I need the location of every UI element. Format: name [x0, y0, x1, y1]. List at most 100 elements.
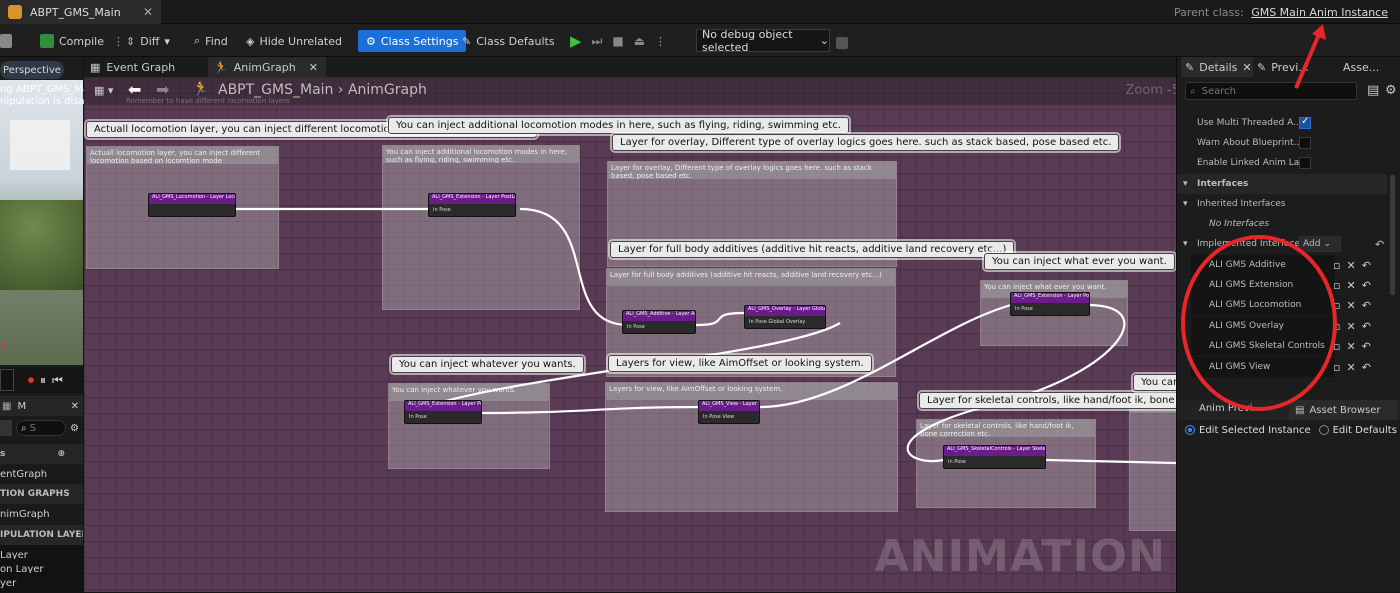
close-icon[interactable]: ✕ — [309, 61, 318, 74]
graph-node[interactable]: ALI_GMS_Overlay - Layer GlobalOverlay In … — [744, 305, 826, 329]
delete-icon[interactable]: ✕ — [1346, 259, 1355, 272]
tab-asset-browser[interactable]: ▤ Asset Browser — [1289, 400, 1397, 420]
find-icon: ⌕ — [194, 34, 201, 47]
more-icon[interactable]: ⋮ — [113, 35, 124, 48]
reset-icon[interactable]: ↶ — [1362, 259, 1371, 272]
save-button[interactable] — [0, 30, 12, 52]
stop-icon[interactable]: ■ — [612, 34, 623, 48]
graph-node[interactable]: ALI_GMS_View - Layer View In Pose View — [698, 400, 760, 424]
checkbox[interactable] — [1299, 157, 1311, 169]
close-icon[interactable]: ✕ — [143, 5, 153, 19]
tab-details[interactable]: ✎ Details ✕ — [1181, 57, 1253, 77]
debug-filter-icon[interactable] — [836, 32, 848, 54]
anim-graph-canvas[interactable]: Actuall locomotion layer, you can inject… — [84, 77, 1176, 592]
diff-button[interactable]: ⇕ Diff ▾ — [126, 30, 170, 52]
hide-unrelated-button[interactable]: ◈ Hide Unrelated ⋮ — [246, 30, 364, 52]
radio-edit-selected[interactable] — [1185, 425, 1195, 435]
delete-icon[interactable]: ✕ — [1346, 340, 1355, 353]
reset-icon[interactable]: ↶ — [1375, 238, 1384, 251]
breadcrumb-root[interactable]: ABPT_GMS_Main — [218, 82, 333, 98]
interface-controls: ▫ ✕ ↶ — [1333, 357, 1393, 377]
running-man-icon: 🏃 — [214, 60, 228, 74]
diff-icon: ⇕ — [126, 34, 136, 48]
graph-node[interactable]: ALI_GMS_SkeletalControls - Layer Skeleta… — [943, 445, 1046, 469]
property-label: Warn About Blueprint... — [1197, 138, 1303, 148]
my-blueprint-tab[interactable]: ▦ M ✕ — [0, 396, 83, 416]
find-button[interactable]: ⌕ Find — [194, 30, 228, 52]
class-defaults-button[interactable]: ✎ Class Defaults — [462, 30, 555, 52]
perspective-button[interactable]: Perspective — [0, 61, 64, 79]
debug-object-select[interactable]: No debug object selected ⌄ — [696, 28, 830, 54]
hide-unrelated-label: Hide Unrelated — [259, 34, 342, 48]
interface-controls: ▫ ✕ ↶ — [1333, 295, 1393, 315]
section-interfaces[interactable]: ▾ Interfaces — [1177, 174, 1387, 194]
compile-button[interactable]: Compile ⋮ — [40, 30, 124, 52]
preview-viewport[interactable] — [0, 80, 83, 365]
browse-icon[interactable]: ▫ — [1333, 279, 1340, 292]
add-icon[interactable]: ⊕ — [57, 449, 65, 459]
reset-icon[interactable]: ↶ — [1362, 279, 1371, 292]
property-row: Use Multi Threaded A... ✓ — [1177, 113, 1387, 133]
close-icon[interactable]: ✕ — [71, 401, 79, 412]
close-icon[interactable]: ✕ — [1242, 61, 1251, 74]
graph-hint: Remember to have different locomotion la… — [126, 97, 290, 105]
node-pin: In Pose — [627, 324, 645, 330]
reset-icon[interactable]: ↶ — [1362, 299, 1371, 312]
section-animation-graphs[interactable]: TION GRAPHS — [0, 484, 83, 504]
comment-bubble: You can inject what ever you want. — [984, 253, 1175, 270]
add-button[interactable] — [0, 420, 12, 436]
graph-node[interactable]: ALI_GMS_Extension - Layer PostLocomotion… — [428, 193, 516, 217]
details-scrollbar[interactable] — [1390, 175, 1395, 295]
tab-asset[interactable]: Asse... — [1343, 57, 1393, 77]
section-header[interactable]: s ⊕ — [0, 444, 83, 464]
tab-anim-graph[interactable]: 🏃 AnimGraph ✕ — [208, 57, 326, 77]
graph-node[interactable]: ALI_GMS_Extension - Layer PreView In Pose — [404, 400, 482, 424]
delete-icon[interactable]: ✕ — [1346, 361, 1355, 374]
timeline-field[interactable] — [0, 369, 14, 391]
inherited-interfaces-row[interactable]: ▾ Inherited Interfaces — [1177, 194, 1387, 214]
step-icon[interactable]: ⏭ — [592, 34, 603, 49]
reset-icon[interactable]: ↶ — [1362, 361, 1371, 374]
play-icon[interactable]: ▶ — [570, 32, 582, 50]
delete-icon[interactable]: ✕ — [1346, 299, 1355, 312]
left-search-input[interactable]: ⌕ S — [16, 420, 66, 436]
details-search-input[interactable]: ⌕ Search — [1185, 82, 1357, 100]
more-icon[interactable]: ⋮ — [655, 35, 666, 48]
parent-class-link[interactable]: GMS Main Anim Instance — [1251, 6, 1388, 19]
document-tab[interactable]: ABPT_GMS_Main ✕ — [0, 0, 161, 24]
node-pin: In Pose — [433, 207, 451, 213]
delete-icon[interactable]: ✕ — [1346, 320, 1355, 333]
add-interface-button[interactable]: Add ⌄ — [1299, 236, 1341, 252]
pause-icon[interactable]: ⏸ — [40, 373, 46, 388]
tab-label: M — [17, 400, 27, 412]
class-settings-button[interactable]: ⚙ Class Settings — [358, 30, 467, 52]
gear-icon[interactable]: ⚙ — [70, 423, 79, 434]
list-item-layer[interactable]: yer — [0, 573, 83, 593]
reset-icon[interactable]: ↶ — [1362, 340, 1371, 353]
graph-node[interactable]: ALI_GMS_Extension - Layer PostView In Pos… — [1010, 292, 1090, 316]
eject-icon[interactable]: ⏏ — [634, 34, 645, 48]
reset-icon[interactable]: ↶ — [1362, 320, 1371, 333]
section-animation-layers[interactable]: IPULATION LAYERS⊕ — [0, 525, 83, 545]
hide-unrelated-icon: ◈ — [246, 34, 255, 48]
graph-node[interactable]: ALI_GMS_Locomotion - Layer Locomotion — [148, 193, 236, 217]
gear-icon[interactable]: ⚙ — [1385, 83, 1397, 98]
list-item-label: entGraph — [0, 468, 48, 480]
graph-node[interactable]: ALI_GMS_Additive - Layer Additive In Pose — [622, 310, 696, 334]
record-icon[interactable]: ⏺ — [28, 373, 34, 388]
delete-icon[interactable]: ✕ — [1346, 279, 1355, 292]
checkbox[interactable]: ✓ — [1299, 116, 1311, 129]
graph-menu-icon[interactable]: ▦ ▾ — [94, 84, 113, 97]
list-item-eventgraph[interactable]: entGraph — [0, 464, 83, 484]
browse-icon[interactable]: ▫ — [1333, 361, 1340, 374]
table-view-icon[interactable]: ▤ — [1367, 83, 1379, 98]
section-label: TION GRAPHS — [0, 489, 70, 499]
checkbox[interactable] — [1299, 137, 1311, 149]
left-search-row: ⌕ S ⚙ — [0, 418, 83, 438]
radio-edit-defaults[interactable] — [1318, 425, 1329, 435]
list-item-animgraph[interactable]: nimGraph — [0, 504, 83, 524]
browse-icon[interactable]: ▫ — [1333, 259, 1340, 272]
add-label: Add — [1303, 239, 1321, 249]
tab-event-graph[interactable]: ▦ Event Graph — [84, 57, 202, 77]
step-back-icon[interactable]: ⏮ — [52, 373, 63, 388]
